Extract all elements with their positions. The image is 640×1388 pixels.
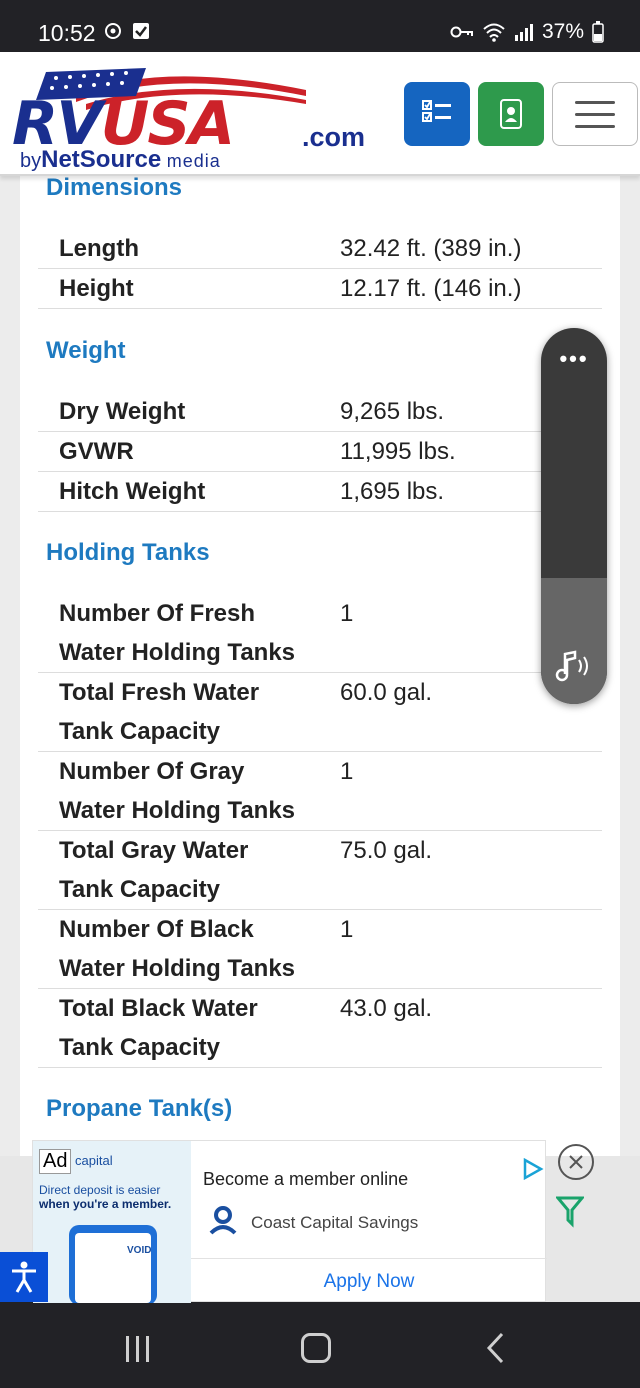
spec-value: 12.17 ft. (146 in.) [340,275,522,302]
section-heading-dimensions: Dimensions [46,176,183,201]
ad-banner: Ad capital Direct deposit is easier when … [0,1140,640,1303]
contact-button[interactable] [478,82,544,146]
spec-label: Number Of Gray Water Holding Tanks [59,758,296,824]
spec-row-fresh-tanks: Number Of Fresh Water Holding Tanks 1 [38,594,602,673]
ad-brand-fragment: capital [75,1153,113,1168]
advertiser-logo-icon [209,1206,237,1235]
ad-close-button[interactable] [558,1144,594,1180]
android-nav-bar [0,1302,640,1388]
spec-value: 60.0 gal. [340,679,433,706]
battery-percent: 37% [541,20,584,43]
specs-card: Dimensions Length 32.42 ft. (389 in.) He… [20,176,620,1156]
spec-label: Total Gray Water Tank Capacity [59,837,249,903]
ad-title[interactable]: Become a member online [203,1169,408,1190]
accessibility-icon [12,1261,36,1293]
battery-icon [592,21,604,43]
logo-wordmark: RVUSA [12,89,235,159]
accessibility-button[interactable] [0,1252,48,1302]
spec-label: Number Of Fresh Water Holding Tanks [59,600,296,666]
ad-image[interactable]: Ad capital Direct deposit is easier when … [33,1141,191,1303]
audio-player-widget[interactable]: ••• [541,328,607,704]
list-icon [422,100,451,122]
spec-row-black-tanks: Number Of Black Water Holding Tanks 1 [38,910,602,989]
close-icon [569,1155,583,1169]
home-icon[interactable] [301,1333,331,1363]
spec-value: 1 [340,758,354,785]
ad-card[interactable]: Ad capital Direct deposit is easier when … [32,1140,547,1303]
compare-list-button[interactable] [404,82,470,146]
section-heading-holding-tanks: Holding Tanks [46,539,210,566]
back-icon[interactable] [486,1332,506,1364]
site-logo[interactable]: RVUSA .com byNetSource media [12,64,392,173]
spec-row-gray-tanks: Number Of Gray Water Holding Tanks 1 [38,752,602,831]
spec-value: 1,695 lbs. [340,478,445,505]
apply-now-button[interactable]: Apply Now [191,1271,547,1293]
spec-value: 9,265 lbs. [340,398,445,425]
spec-row-gray-capacity: Total Gray Water Tank Capacity 75.0 gal. [38,831,602,910]
spec-value: 1 [340,916,354,943]
spec-label: Height [59,275,134,302]
wifi-icon [483,23,505,42]
ad-feedback-icon[interactable] [556,1196,584,1228]
contact-card-icon [500,99,522,129]
spec-row-gvwr: GVWR 11,995 lbs. [38,432,602,472]
section-heading-propane: Propane Tank(s) [46,1095,233,1122]
spec-row-height: Height 12.17 ft. (146 in.) [38,269,602,309]
spec-label: GVWR [59,438,134,465]
spec-label: Total Fresh Water Tank Capacity [59,679,260,745]
logo-dotcom: .com [302,122,366,152]
ad-void-text: VOID [127,1245,152,1256]
vpn-key-icon [450,26,473,38]
spec-row-length: Length 32.42 ft. (389 in.) [38,229,602,269]
signal-strength-icon [105,23,121,39]
spec-row-black-capacity: Total Black Water Tank Capacity 43.0 gal. [38,989,602,1068]
more-options-icon[interactable]: ••• [541,346,607,372]
ad-advertiser[interactable]: Coast Capital Savings [251,1213,418,1233]
spec-value: 1 [340,600,354,627]
status-time: 10:52 [38,20,96,46]
ad-badge: Ad [39,1149,72,1174]
spec-label: Dry Weight [59,398,186,425]
spec-row-dry-weight: Dry Weight 9,265 lbs. [38,392,602,432]
spec-label: Length [59,235,139,262]
phone-illustration: VOID [69,1225,157,1303]
cell-signal-icon [514,24,533,41]
spec-label: Number Of Black Water Holding Tanks [59,916,296,982]
site-header: RVUSA .com byNetSource media [0,52,640,176]
hamburger-menu-icon[interactable] [552,82,638,146]
ad-tagline: Direct deposit is easier when you're a me… [39,1183,172,1211]
spec-value: 11,995 lbs. [340,438,456,465]
spec-label: Hitch Weight [59,478,206,505]
ad-choices-icon[interactable] [522,1158,544,1180]
spec-row-hitch-weight: Hitch Weight 1,695 lbs. [38,472,602,512]
section-heading-weight: Weight [46,337,126,364]
spec-value: 75.0 gal. [340,837,433,864]
check-square-icon [133,23,149,39]
logo-byline: byNetSource media [20,146,221,173]
recent-apps-icon[interactable] [124,1334,152,1364]
spec-row-fresh-capacity: Total Fresh Water Tank Capacity 60.0 gal. [38,673,602,752]
spec-label: Total Black Water Tank Capacity [59,995,258,1061]
spec-value: 32.42 ft. (389 in.) [340,235,522,262]
spec-value: 43.0 gal. [340,995,433,1022]
status-bar: 10:52 37% [0,0,640,52]
music-note-icon[interactable] [553,648,593,684]
